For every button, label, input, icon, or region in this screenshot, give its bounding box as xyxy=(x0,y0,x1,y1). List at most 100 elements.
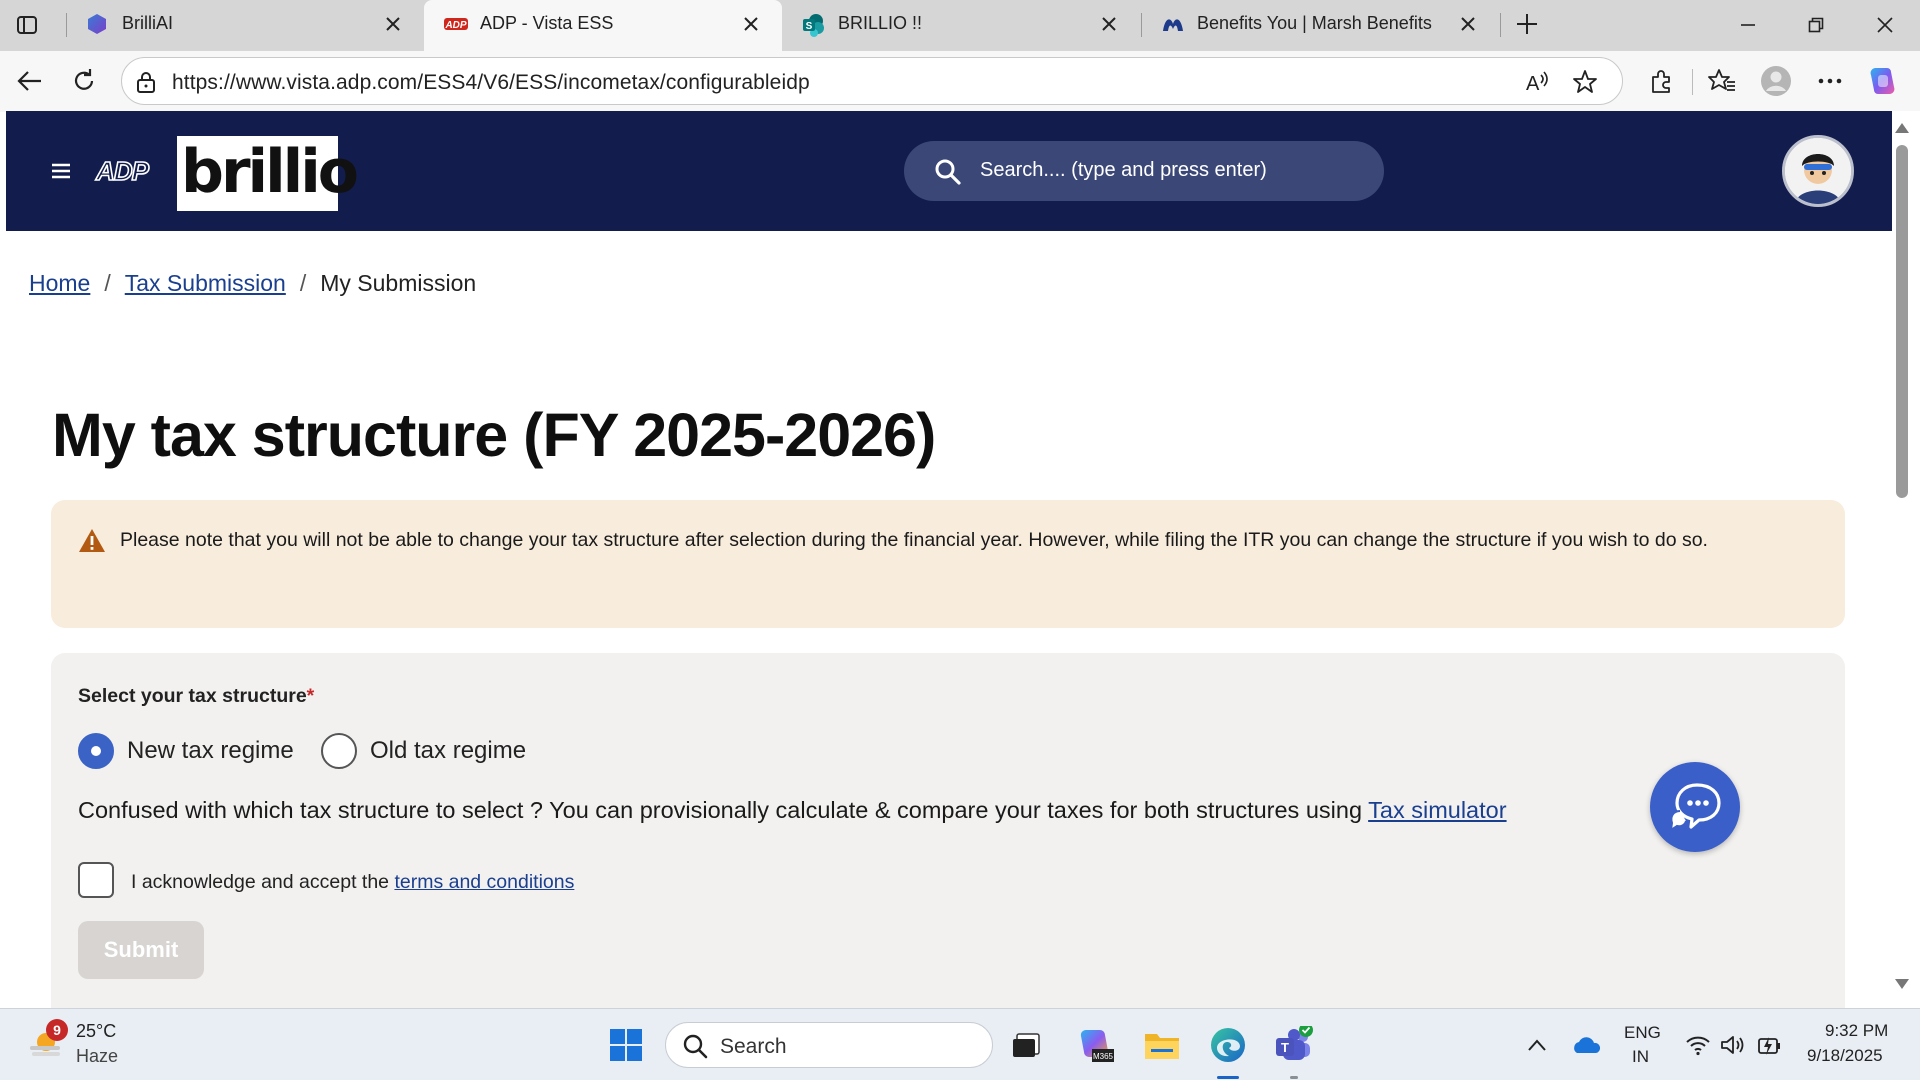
breadcrumb-separator: / xyxy=(104,270,111,296)
radio-unselected-icon[interactable] xyxy=(321,733,357,769)
running-app-indicator xyxy=(1290,1076,1298,1079)
language-secondary[interactable]: IN xyxy=(1632,1047,1649,1067)
browser-tab-strip: BrilliAI ADP ADP - Vista ESS S BRILLIO !… xyxy=(0,0,1920,51)
tax-structure-form: Select your tax structure* New tax regim… xyxy=(51,653,1845,1013)
close-tab-icon[interactable] xyxy=(740,13,762,35)
user-avatar[interactable] xyxy=(1782,135,1854,207)
tax-simulator-link[interactable]: Tax simulator xyxy=(1368,797,1506,823)
battery-charging-icon[interactable] xyxy=(1750,1025,1790,1065)
close-tab-icon[interactable] xyxy=(1457,13,1479,35)
m365-icon[interactable]: M365 xyxy=(1075,1025,1115,1065)
acknowledge-label: I acknowledge and accept the terms and c… xyxy=(131,871,574,894)
notification-badge: 9 xyxy=(46,1019,68,1041)
adp-favicon-icon: ADP xyxy=(444,13,468,35)
svg-text:A: A xyxy=(1526,73,1540,95)
taskbar-search-box[interactable]: Search xyxy=(665,1022,993,1068)
svg-text:T: T xyxy=(1281,1040,1289,1055)
copilot-icon[interactable] xyxy=(1867,65,1899,97)
wifi-icon[interactable] xyxy=(1678,1025,1718,1065)
clock-time[interactable]: 9:32 PM xyxy=(1825,1021,1888,1041)
radio-selected-icon[interactable] xyxy=(78,733,114,769)
page-title: My tax structure (FY 2025-2026) xyxy=(52,401,936,469)
adp-logo[interactable]: ADP xyxy=(94,156,150,186)
tax-structure-label: Select your tax structure* xyxy=(78,685,314,708)
site-search-input[interactable]: Search.... (type and press enter) xyxy=(904,141,1384,201)
radio-label[interactable]: New tax regime xyxy=(127,737,294,765)
onedrive-icon[interactable] xyxy=(1566,1025,1606,1065)
acknowledge-checkbox[interactable] xyxy=(78,862,114,898)
edge-browser-icon[interactable] xyxy=(1208,1025,1248,1065)
tab-title: ADP - Vista ESS xyxy=(480,13,614,33)
old-tax-regime-radio[interactable]: Old tax regime xyxy=(321,733,526,769)
read-aloud-icon[interactable]: A xyxy=(1524,69,1550,95)
scrollbar-thumb[interactable] xyxy=(1896,145,1908,498)
taskbar-search-label: Search xyxy=(720,1035,787,1058)
back-icon[interactable] xyxy=(15,66,45,96)
refresh-icon[interactable] xyxy=(69,66,99,96)
svg-text:ADP: ADP xyxy=(95,156,150,186)
terms-and-conditions-link[interactable]: terms and conditions xyxy=(394,871,574,893)
warning-icon xyxy=(78,528,106,554)
windows-taskbar: 9 25°C Haze Search M365 T ENG IN 9:32 PM… xyxy=(0,1008,1920,1080)
new-tax-regime-radio[interactable]: New tax regime xyxy=(78,733,294,769)
tab-title: BrilliAI xyxy=(122,13,174,33)
language-primary[interactable]: ENG xyxy=(1624,1023,1661,1043)
svg-text:M365: M365 xyxy=(1093,1052,1114,1061)
profile-icon[interactable] xyxy=(1760,65,1792,97)
show-hidden-icons-icon[interactable] xyxy=(1517,1025,1557,1065)
taskbar-search-icon xyxy=(682,1033,708,1059)
close-tab-icon[interactable] xyxy=(1098,13,1120,35)
search-icon xyxy=(934,158,962,186)
brillio-logo-text: brillio xyxy=(181,137,359,207)
clock-date[interactable]: 9/18/2025 xyxy=(1807,1046,1883,1066)
favorite-star-icon[interactable] xyxy=(1572,69,1598,95)
breadcrumb-separator: / xyxy=(299,270,307,296)
site-header: ADP brillio Search.... (type and press e… xyxy=(6,111,1892,231)
brillio-logo[interactable]: brillio xyxy=(177,136,359,211)
tab-marsh-benefits[interactable]: Benefits You | Marsh Benefits xyxy=(1141,0,1499,48)
search-placeholder: Search.... (type and press enter) xyxy=(980,159,1267,181)
hint-text: Confused with which tax structure to sel… xyxy=(78,797,1369,823)
breadcrumb: Home / Tax Submission / My Submission xyxy=(29,270,476,297)
extensions-icon[interactable] xyxy=(1645,65,1677,97)
new-tab-icon[interactable] xyxy=(1514,11,1540,37)
file-explorer-icon[interactable] xyxy=(1142,1025,1182,1065)
volume-icon[interactable] xyxy=(1713,1025,1753,1065)
ack-text: I acknowledge and accept the xyxy=(131,871,395,893)
hamburger-menu-icon[interactable] xyxy=(50,159,72,183)
restore-icon[interactable] xyxy=(1803,12,1829,38)
favorites-icon[interactable] xyxy=(1706,65,1738,97)
close-window-icon[interactable] xyxy=(1872,12,1898,38)
breadcrumb-current: My Submission xyxy=(320,270,477,296)
scroll-up-arrow-icon[interactable] xyxy=(1894,121,1910,135)
weather-condition[interactable]: Haze xyxy=(76,1046,118,1067)
more-options-icon[interactable] xyxy=(1814,65,1846,97)
submit-button[interactable]: Submit xyxy=(78,921,204,979)
chat-assistant-button[interactable] xyxy=(1650,762,1740,852)
teams-icon[interactable]: T xyxy=(1273,1025,1313,1065)
tab-brilliai[interactable]: BrilliAI xyxy=(66,0,424,48)
tab-title: Benefits You | Marsh Benefits xyxy=(1197,13,1432,33)
task-view-icon[interactable] xyxy=(1006,1025,1046,1065)
tab-adp-vista-ess[interactable]: ADP ADP - Vista ESS xyxy=(424,0,782,51)
close-tab-icon[interactable] xyxy=(382,13,404,35)
tab-brillio-sharepoint[interactable]: S BRILLIO !! xyxy=(782,0,1140,48)
radio-label[interactable]: Old tax regime xyxy=(370,737,526,765)
breadcrumb-home-link[interactable]: Home xyxy=(29,270,90,297)
weather-temperature[interactable]: 25°C xyxy=(76,1021,116,1042)
scroll-down-arrow-icon[interactable] xyxy=(1894,977,1910,991)
address-bar[interactable]: https://www.vista.adp.com/ESS4/V6/ESS/in… xyxy=(121,57,1623,105)
brilliai-favicon-icon xyxy=(86,13,108,35)
lock-icon[interactable] xyxy=(134,70,158,94)
breadcrumb-tax-submission-link[interactable]: Tax Submission xyxy=(125,270,286,297)
tax-simulator-hint: Confused with which tax structure to sel… xyxy=(78,797,1507,824)
tab-title: BRILLIO !! xyxy=(838,13,923,33)
windows-start-icon[interactable] xyxy=(606,1025,646,1065)
warning-text: Please note that you will not be able to… xyxy=(120,529,1708,551)
marsh-favicon-icon xyxy=(1161,13,1183,35)
chat-bubble-icon xyxy=(1669,783,1721,833)
url-text[interactable]: https://www.vista.adp.com/ESS4/V6/ESS/in… xyxy=(172,71,810,95)
minimize-icon[interactable] xyxy=(1735,12,1761,38)
required-asterisk: * xyxy=(306,685,315,707)
tab-actions-icon[interactable] xyxy=(14,12,40,38)
